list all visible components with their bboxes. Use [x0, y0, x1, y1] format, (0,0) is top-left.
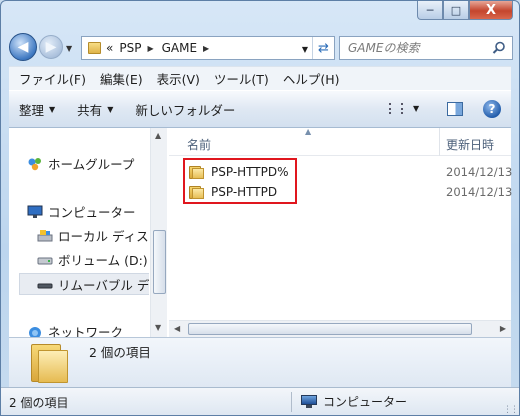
scroll-right-icon[interactable]: ▶: [500, 324, 506, 333]
address-dropdown-icon[interactable]: ▼: [302, 45, 308, 54]
chevron-down-icon: ▼: [107, 104, 114, 114]
organize-label: 整理: [19, 102, 45, 118]
folder-icon: [88, 42, 101, 54]
details-pane: 2 個の項目: [9, 337, 511, 387]
back-button[interactable]: ◀: [9, 33, 37, 61]
details-item-count: 2 個の項目: [89, 345, 151, 360]
status-location: コンピューター: [301, 393, 407, 410]
horizontal-scrollbar[interactable]: ◀ ▶: [169, 320, 511, 337]
share-button[interactable]: 共有 ▼: [77, 100, 113, 119]
refresh-button[interactable]: ⇄: [312, 37, 334, 59]
nav-item-label: コンピューター: [48, 205, 136, 220]
menu-help[interactable]: ヘルプ(H): [283, 69, 340, 88]
help-icon: ?: [488, 102, 496, 116]
breadcrumb-game[interactable]: GAME: [162, 41, 197, 55]
folder-large-icon: [31, 342, 69, 384]
scroll-up-icon[interactable]: ▲: [155, 131, 161, 140]
status-item-count: 2 個の項目: [9, 396, 69, 410]
change-view-button[interactable]: ▼: [389, 103, 419, 114]
forward-button[interactable]: ▶: [39, 35, 63, 59]
nav-item-label: リムーバブル デ: [58, 278, 149, 293]
caption-buttons: ─ □ X: [417, 1, 513, 20]
organize-button[interactable]: 整理 ▼: [19, 100, 55, 119]
search-input[interactable]: [346, 40, 491, 56]
minimize-icon: ─: [426, 3, 434, 17]
status-bar: 2 個の項目 コンピューター ⋮⋮: [1, 387, 519, 415]
breadcrumb-overflow[interactable]: «: [106, 41, 113, 55]
search-icon[interactable]: [492, 41, 506, 55]
maximize-button[interactable]: □: [443, 1, 469, 20]
resize-grip-icon[interactable]: ⋮⋮: [503, 405, 519, 415]
maximize-icon: □: [450, 3, 462, 17]
menu-bar: ファイル(F) 編集(E) 表示(V) ツール(T) ヘルプ(H): [9, 66, 511, 90]
content-area: ホームグループ コンピューター ローカル ディスク ボリューム (D:): [9, 127, 513, 337]
nav-item-label: ホームグループ: [48, 157, 135, 172]
chevron-down-icon: ▼: [413, 104, 420, 113]
navigation-scrollbar[interactable]: ▲ ▼: [150, 128, 167, 337]
scroll-down-icon[interactable]: ▼: [155, 323, 161, 332]
nav-item-computer[interactable]: コンピューター: [27, 202, 136, 221]
nav-item-homegroup[interactable]: ホームグループ: [27, 154, 134, 173]
nav-item-label: ボリューム (D:): [58, 253, 148, 268]
search-box[interactable]: [339, 36, 513, 60]
menu-view[interactable]: 表示(V): [157, 69, 200, 88]
recent-pages-dropdown[interactable]: ▼: [66, 44, 72, 53]
explorer-window: ─ □ X ◀ ▶ ▼ « PSP ▶ GAME ▶ ▼ ⇄ ファイル(F) 編…: [0, 0, 520, 416]
status-divider: [291, 392, 292, 412]
file-date: 2014/12/13: [446, 165, 513, 179]
breadcrumb-separator-icon[interactable]: ▶: [203, 44, 209, 53]
address-bar[interactable]: « PSP ▶ GAME ▶ ▼ ⇄: [81, 36, 335, 60]
file-list-pane: ▲ 名前 更新日時 PSP-HTTPD% 2014/12/13 PSP-HTTP…: [169, 127, 513, 337]
chevron-down-icon: ▼: [49, 104, 56, 114]
file-date: 2014/12/13: [446, 185, 513, 199]
forward-arrow-icon: ▶: [45, 39, 57, 55]
homegroup-icon: [28, 157, 41, 170]
scrollbar-thumb[interactable]: [153, 230, 166, 294]
highlight-box: [183, 158, 297, 204]
menu-file[interactable]: ファイル(F): [19, 69, 86, 88]
sort-ascending-icon: ▲: [305, 127, 312, 136]
close-icon: X: [485, 2, 497, 18]
navigation-pane: ホームグループ コンピューター ローカル ディスク ボリューム (D:): [9, 128, 149, 337]
scroll-left-icon[interactable]: ◀: [174, 324, 180, 333]
back-arrow-icon: ◀: [17, 39, 29, 55]
drive-icon: [37, 257, 53, 264]
refresh-icon: ⇄: [318, 40, 329, 56]
menu-tools[interactable]: ツール(T): [214, 69, 269, 88]
nav-item-local-disk[interactable]: ローカル ディスク: [37, 226, 149, 245]
preview-pane-button[interactable]: [447, 102, 463, 116]
breadcrumb-separator-icon[interactable]: ▶: [147, 44, 153, 53]
nav-item-network[interactable]: ネットワーク: [27, 322, 123, 337]
column-header-row: ▲ 名前 更新日時: [169, 127, 511, 156]
close-button[interactable]: X: [469, 1, 513, 20]
column-header-date[interactable]: 更新日時: [446, 136, 494, 153]
command-bar: 整理 ▼ 共有 ▼ 新しいフォルダー ▼ ?: [9, 90, 511, 128]
horizontal-scrollbar-thumb[interactable]: [188, 323, 472, 335]
column-header-name[interactable]: 名前: [187, 136, 211, 153]
menu-edit[interactable]: 編集(E): [100, 69, 143, 88]
status-location-label: コンピューター: [323, 395, 408, 409]
nav-item-label: ローカル ディスク: [58, 229, 149, 244]
view-list-icon: [389, 103, 403, 114]
breadcrumb-psp[interactable]: PSP: [119, 41, 141, 55]
local-disk-icon: [37, 229, 53, 241]
computer-icon: [301, 395, 317, 408]
removable-drive-icon: [37, 283, 53, 288]
computer-icon: [27, 205, 43, 218]
nav-item-removable[interactable]: リムーバブル デ: [37, 275, 149, 294]
new-folder-button[interactable]: 新しいフォルダー: [135, 100, 235, 119]
new-folder-label: 新しいフォルダー: [135, 102, 236, 118]
share-label: 共有: [77, 102, 103, 118]
minimize-button[interactable]: ─: [417, 1, 443, 20]
help-button[interactable]: ?: [483, 100, 501, 118]
nav-item-label: ネットワーク: [48, 325, 124, 337]
navigation-row: ◀ ▶ ▼ « PSP ▶ GAME ▶ ▼ ⇄: [9, 32, 513, 62]
nav-item-volume-d[interactable]: ボリューム (D:): [37, 250, 148, 269]
network-icon: [29, 326, 41, 337]
column-divider[interactable]: [439, 128, 440, 156]
